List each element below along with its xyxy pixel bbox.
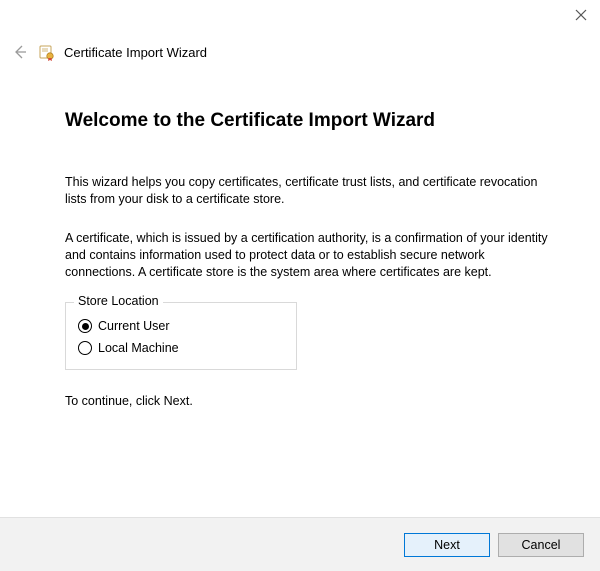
radio-current-user[interactable]: Current User	[78, 319, 284, 333]
wizard-header: Certificate Import Wizard	[10, 42, 207, 62]
cancel-button[interactable]: Cancel	[498, 533, 584, 557]
store-location-legend: Store Location	[74, 294, 163, 308]
continue-hint: To continue, click Next.	[65, 394, 555, 408]
intro-paragraph-1: This wizard helps you copy certificates,…	[65, 174, 555, 208]
close-icon[interactable]	[574, 8, 588, 22]
store-location-group: Store Location Current User Local Machin…	[65, 302, 297, 370]
radio-local-machine[interactable]: Local Machine	[78, 341, 284, 355]
certificate-icon	[38, 43, 56, 61]
radio-icon	[78, 319, 92, 333]
back-arrow-icon[interactable]	[10, 42, 30, 62]
wizard-footer: Next Cancel	[0, 517, 600, 571]
intro-paragraph-2: A certificate, which is issued by a cert…	[65, 230, 555, 281]
radio-label: Current User	[98, 319, 170, 333]
page-title: Welcome to the Certificate Import Wizard	[65, 110, 555, 132]
radio-label: Local Machine	[98, 341, 179, 355]
radio-icon	[78, 341, 92, 355]
next-button[interactable]: Next	[404, 533, 490, 557]
wizard-content: Welcome to the Certificate Import Wizard…	[65, 110, 555, 408]
window-title: Certificate Import Wizard	[64, 45, 207, 60]
